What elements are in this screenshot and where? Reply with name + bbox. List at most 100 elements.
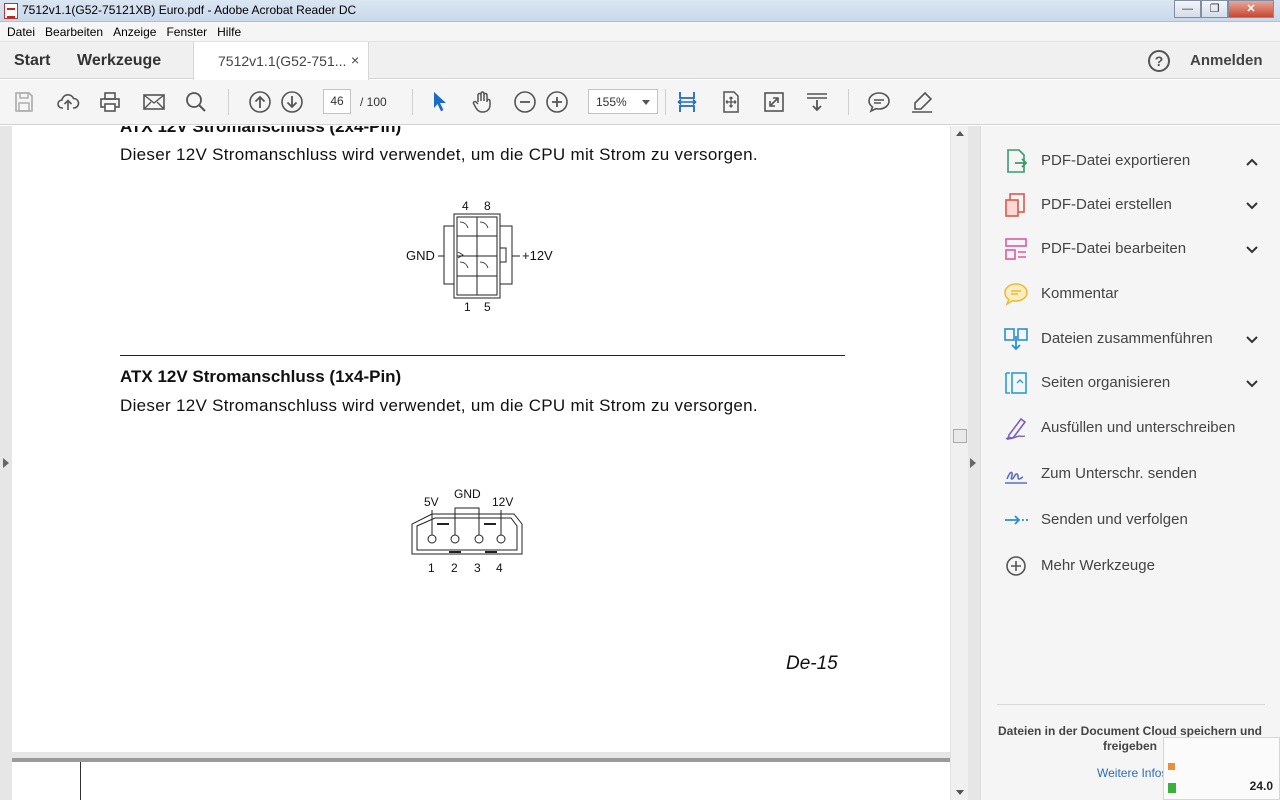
pin-number-4: 4 bbox=[496, 561, 503, 575]
scroll-thumb[interactable] bbox=[953, 429, 967, 443]
upload-icon[interactable] bbox=[56, 90, 80, 114]
pin-label-top-2: 8 bbox=[484, 199, 491, 213]
tool-label: Kommentar bbox=[1041, 285, 1119, 302]
chevron-down-icon[interactable] bbox=[1245, 376, 1258, 388]
tool-comment[interactable]: Kommentar bbox=[1003, 279, 1263, 309]
menu-bearbeiten[interactable]: Bearbeiten bbox=[40, 25, 108, 39]
tool-export-pdf[interactable]: PDF-Datei exportieren bbox=[1003, 146, 1263, 176]
toolbar-separator bbox=[412, 89, 413, 115]
minimize-button[interactable]: — bbox=[1174, 0, 1201, 18]
pin-label-gnd: GND bbox=[454, 487, 481, 501]
vertical-scrollbar[interactable] bbox=[950, 126, 968, 800]
scroll-up-icon[interactable] bbox=[956, 131, 964, 136]
scroll-down-icon[interactable] bbox=[956, 790, 964, 795]
document-viewer: ATX 12V Stromanschluss (2x4-Pin) Dieser … bbox=[0, 126, 980, 800]
signin-button[interactable]: Anmelden bbox=[1190, 52, 1263, 69]
menu-fenster[interactable]: Fenster bbox=[161, 25, 212, 39]
chevron-down-icon[interactable] bbox=[1245, 198, 1258, 210]
zoom-out-icon[interactable] bbox=[513, 90, 537, 114]
highlight-icon[interactable] bbox=[910, 90, 934, 114]
menu-datei[interactable]: Datei bbox=[2, 25, 40, 39]
send-for-signature-icon bbox=[1003, 461, 1029, 487]
more-tools-icon bbox=[1003, 553, 1029, 579]
tool-label: PDF-Datei exportieren bbox=[1041, 152, 1191, 169]
chevron-down-icon[interactable] bbox=[1245, 332, 1258, 344]
connector-1x4-diagram: 5V GND 12V 1 2 3 4 bbox=[411, 487, 523, 575]
tab-tools[interactable]: Werkzeuge bbox=[77, 52, 161, 70]
comment-icon[interactable] bbox=[867, 90, 891, 114]
tool-label: Seiten organisieren bbox=[1041, 374, 1171, 391]
close-icon[interactable]: × bbox=[351, 52, 359, 68]
tool-combine-files[interactable]: Dateien zusammenführen bbox=[1003, 324, 1263, 354]
restore-button[interactable]: ❐ bbox=[1201, 0, 1228, 18]
tool-more-tools[interactable]: Mehr Werkzeuge bbox=[1003, 551, 1263, 581]
document-tab-label: 7512v1.1(G52-751... bbox=[218, 53, 347, 69]
fullscreen-icon[interactable] bbox=[762, 90, 786, 114]
plus12v-label: +12V bbox=[522, 248, 553, 263]
tool-label: Mehr Werkzeuge bbox=[1041, 557, 1155, 574]
tool-edit-pdf[interactable]: PDF-Datei bearbeiten bbox=[1003, 234, 1263, 264]
select-cursor-icon[interactable] bbox=[428, 90, 452, 114]
tool-send-for-signature[interactable]: Zum Unterschr. senden bbox=[1003, 459, 1263, 489]
tool-label: PDF-Datei erstellen bbox=[1041, 196, 1172, 213]
fill-sign-icon bbox=[1003, 415, 1029, 441]
email-icon[interactable] bbox=[142, 90, 166, 114]
tab-document[interactable]: 7512v1.1(G52-751... × bbox=[193, 42, 369, 80]
system-monitor-widget: 24.0 bbox=[1163, 737, 1280, 800]
save-icon[interactable] bbox=[12, 90, 36, 114]
page-number-label: De-15 bbox=[786, 653, 838, 674]
battery-icon bbox=[1168, 783, 1176, 793]
help-icon[interactable]: ? bbox=[1148, 50, 1170, 72]
pin-label-bottom-1: 1 bbox=[464, 300, 471, 314]
page-text-2x4: Dieser 12V Stromanschluss wird verwendet… bbox=[120, 145, 758, 164]
comment-icon bbox=[1003, 281, 1029, 307]
tools-pane: PDF-Datei exportieren PDF-Datei erstelle… bbox=[980, 126, 1280, 800]
chevron-down-icon[interactable] bbox=[1245, 242, 1258, 254]
toolbar-separator bbox=[228, 89, 229, 115]
tool-label: Senden und verfolgen bbox=[1041, 511, 1188, 528]
scroll-mode-icon[interactable] bbox=[805, 90, 829, 114]
tool-label: Ausfüllen und unterschreiben bbox=[1041, 419, 1236, 436]
fit-page-icon[interactable] bbox=[719, 90, 743, 114]
pin-number-3: 3 bbox=[474, 561, 481, 575]
hand-icon[interactable] bbox=[470, 90, 494, 114]
menu-anzeige[interactable]: Anzeige bbox=[108, 25, 161, 39]
toolbar-separator bbox=[665, 89, 666, 115]
tab-start[interactable]: Start bbox=[14, 52, 50, 70]
zoom-in-icon[interactable] bbox=[545, 90, 569, 114]
tool-send-track[interactable]: Senden und verfolgen bbox=[1003, 505, 1263, 535]
zoom-select[interactable]: 155% bbox=[588, 89, 658, 114]
fit-width-icon[interactable] bbox=[675, 90, 699, 114]
tab-bar: Start Werkzeuge 7512v1.1(G52-751... × bbox=[0, 42, 1280, 80]
page-text-1x4: Dieser 12V Stromanschluss wird verwendet… bbox=[120, 396, 758, 415]
pin-number-2: 2 bbox=[451, 561, 458, 575]
pin-label-5v: 5V bbox=[424, 495, 439, 509]
page-number-input[interactable]: 46 bbox=[323, 89, 351, 114]
toolbar-separator bbox=[848, 89, 849, 115]
window-controls: — ❐ ✕ bbox=[1174, 0, 1274, 18]
page-heading-2x4: ATX 12V Stromanschluss (2x4-Pin) bbox=[120, 126, 402, 136]
gnd-label: GND bbox=[406, 248, 435, 263]
edit-pdf-icon bbox=[1003, 236, 1029, 262]
prev-page-icon[interactable] bbox=[248, 90, 272, 114]
menu-hilfe[interactable]: Hilfe bbox=[212, 25, 246, 39]
export-pdf-icon bbox=[1003, 148, 1029, 174]
chevron-up-icon[interactable] bbox=[1245, 154, 1258, 166]
close-window-button[interactable]: ✕ bbox=[1228, 0, 1274, 18]
tool-organize-pages[interactable]: Seiten organisieren bbox=[1003, 368, 1263, 398]
tool-fill-sign[interactable]: Ausfüllen und unterschreiben bbox=[1003, 413, 1263, 443]
print-icon[interactable] bbox=[98, 90, 122, 114]
right-panel-toggle-icon[interactable] bbox=[970, 458, 976, 468]
next-page-icon[interactable] bbox=[280, 90, 304, 114]
tool-create-pdf[interactable]: PDF-Datei erstellen bbox=[1003, 190, 1263, 220]
chevron-down-icon bbox=[642, 100, 650, 105]
acrobat-icon bbox=[4, 3, 18, 19]
left-panel-toggle-icon[interactable] bbox=[3, 458, 9, 468]
window-title: 7512v1.1(G52-75121XB) Euro.pdf - Adobe A… bbox=[22, 3, 357, 17]
title-bar: 7512v1.1(G52-75121XB) Euro.pdf - Adobe A… bbox=[0, 0, 1280, 22]
zoom-value: 155% bbox=[596, 95, 627, 109]
monitor-value: 24.0 bbox=[1249, 779, 1273, 793]
more-info-link[interactable]: Weitere Infos bbox=[1097, 766, 1167, 780]
search-icon[interactable] bbox=[184, 90, 208, 114]
pdf-page: ATX 12V Stromanschluss (2x4-Pin) Dieser … bbox=[12, 126, 950, 752]
